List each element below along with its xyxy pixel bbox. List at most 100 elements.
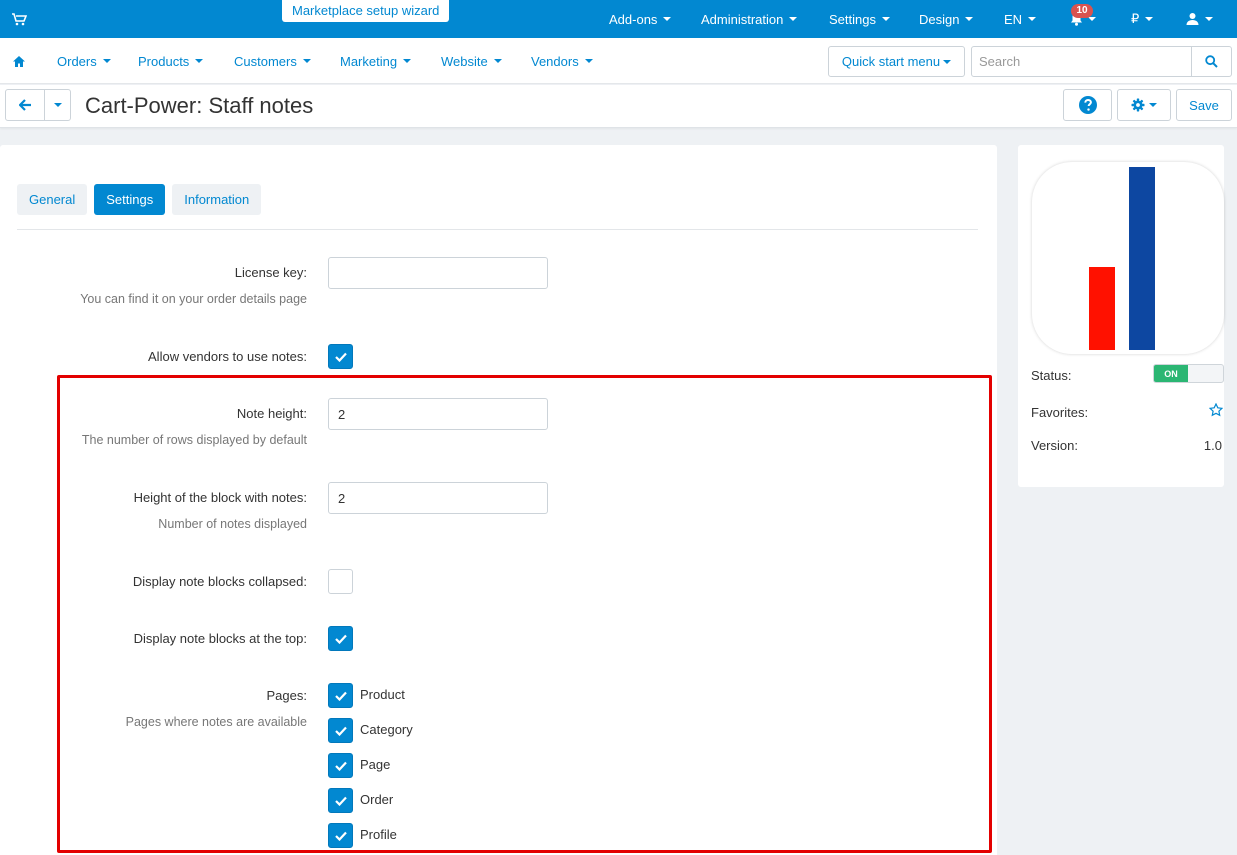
caret-down-icon [1149,103,1157,107]
page-category-label[interactable]: Category [360,722,413,737]
nav-orders[interactable]: Orders [57,38,111,84]
checkmark-icon [334,691,347,701]
license-key-input[interactable] [328,257,548,289]
caret-down-icon [965,17,974,21]
nav-label: Products [138,53,190,69]
page-product-checkbox[interactable] [328,683,353,708]
caret-down-icon [195,59,204,63]
checkmark-icon [334,352,347,362]
settings-panel: General Settings Information License key… [0,145,997,855]
note-height-label: Note height: [236,406,307,421]
page-page-checkbox[interactable] [328,753,353,778]
collapsed-checkbox[interactable] [328,569,353,594]
search-button[interactable] [1191,46,1232,77]
caret-down-icon [53,103,62,107]
currency-symbol: ₽ [1131,11,1140,26]
quick-start-label: Quick start menu [841,54,941,69]
marketplace-wizard-button[interactable]: Marketplace setup wizard [282,0,450,22]
home-icon [13,55,25,67]
allow-vendors-checkbox[interactable] [328,344,353,369]
back-dropdown-button[interactable] [44,89,71,121]
top-menu-design[interactable]: Design [919,0,974,38]
checkmark-icon [334,634,347,644]
status-label: Status: [1031,368,1072,383]
version-label: Version: [1031,438,1078,453]
license-key-hint: You can find it on your order details pa… [80,292,307,306]
quick-start-menu-button[interactable]: Quick start menu [828,46,965,77]
page-order-checkbox[interactable] [328,788,353,813]
page-page-label[interactable]: Page [360,757,390,772]
checkmark-icon [334,761,347,771]
nav-customers[interactable]: Customers [234,38,311,84]
top-menu-addons[interactable]: Add-ons [609,0,672,38]
save-button[interactable]: Save [1176,89,1232,121]
at-top-label: Display note blocks at the top: [133,631,307,646]
user-menu[interactable] [1186,0,1213,38]
caret-down-icon [1145,17,1154,21]
pages-hint: Pages where notes are available [125,715,307,729]
tabs: General Settings Information [17,184,262,215]
caret-down-icon [102,59,111,63]
caret-down-icon [584,59,593,63]
block-height-label: Height of the block with notes: [133,490,307,505]
gear-icon [1131,98,1145,112]
page-product-label[interactable]: Product [360,687,405,702]
currency-menu[interactable]: ₽ [1131,0,1154,38]
addon-logo [1032,162,1224,354]
caret-down-icon [943,59,952,64]
top-menu-label: EN [1004,11,1023,27]
back-button[interactable] [5,89,45,121]
note-height-input[interactable] [328,398,548,430]
caret-down-icon [663,17,672,21]
collapsed-label: Display note blocks collapsed: [132,574,307,589]
status-toggle-on: ON [1154,365,1188,382]
caret-down-icon [881,17,890,21]
caret-down-icon [403,59,412,63]
search-input[interactable] [971,46,1192,77]
home-link[interactable] [12,38,26,84]
caret-down-icon [493,59,502,63]
page-profile-checkbox[interactable] [328,823,353,848]
nav-label: Orders [57,53,97,69]
page-category-checkbox[interactable] [328,718,353,743]
top-menu-label: Settings [829,11,876,27]
page-profile-label[interactable]: Profile [360,827,397,842]
tab-information[interactable]: Information [172,184,262,215]
checkmark-icon [334,726,347,736]
favorites-label: Favorites: [1031,405,1089,420]
page-title: Cart-Power: Staff notes [85,93,314,118]
notifications-badge: 10 [1071,4,1093,18]
block-height-input[interactable] [328,482,548,514]
nav-marketing[interactable]: Marketing [340,38,412,84]
nav-website[interactable]: Website [441,38,502,84]
tab-settings[interactable]: Settings [94,184,166,215]
at-top-checkbox[interactable] [328,626,353,651]
settings-dropdown-button[interactable] [1117,89,1171,121]
top-menu-administration[interactable]: Administration [701,0,798,38]
tab-general[interactable]: General [17,184,88,215]
top-menu-settings[interactable]: Settings [829,0,890,38]
search-icon [1205,55,1218,68]
checkmark-icon [334,831,347,841]
addon-info-panel: Status: Favorites: Version: 1.0 [1018,145,1224,487]
nav-label: Vendors [531,53,579,69]
status-toggle[interactable]: ON [1153,364,1224,383]
page-order-label[interactable]: Order [360,792,393,807]
help-button[interactable] [1063,89,1112,121]
nav-label: Customers [234,53,297,69]
top-menu-label: Administration [701,11,784,27]
top-menu-language[interactable]: EN [1004,0,1037,38]
bar-chart-logo-icon [1089,167,1155,350]
caret-down-icon [1088,17,1096,21]
cart-icon[interactable] [11,11,27,27]
nav-products[interactable]: Products [138,38,204,84]
title-bar: Cart-Power: Staff notes Save [0,85,1237,128]
block-height-hint: Number of notes displayed [158,517,307,531]
top-menu-label: Design [919,11,960,27]
arrow-left-icon [18,99,31,111]
tabs-divider [17,229,978,230]
star-icon[interactable] [1209,403,1223,417]
nav-vendors[interactable]: Vendors [531,38,593,84]
user-icon [1186,13,1199,25]
caret-down-icon [302,59,311,63]
